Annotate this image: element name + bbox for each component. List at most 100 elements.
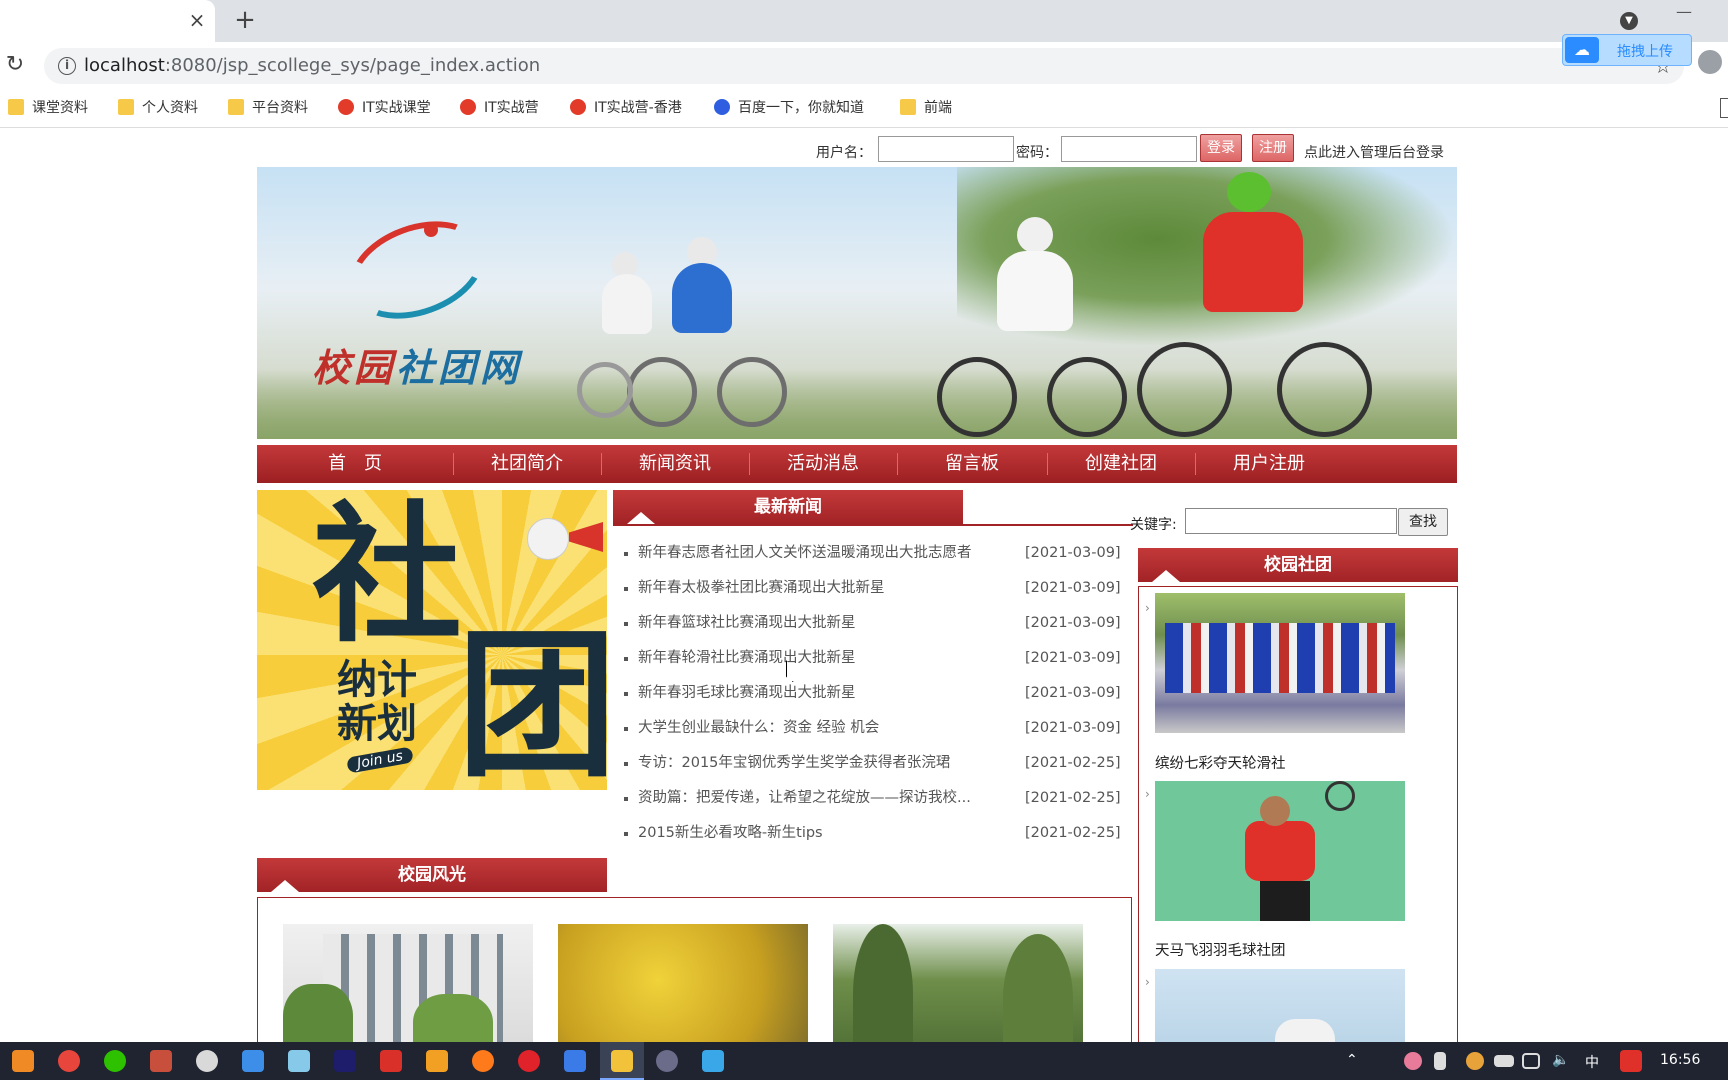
close-tab-icon[interactable]: × [186, 8, 208, 32]
scenery-photo-building[interactable] [283, 924, 533, 1042]
tree-shape [853, 924, 913, 1042]
battery-icon[interactable] [1494, 1055, 1514, 1067]
news-title[interactable]: 新年春篮球社比赛涌现出大批新星 [638, 606, 988, 641]
bookmark-label: IT实战营 [484, 100, 539, 116]
volume-icon[interactable]: 🔈 [1552, 1052, 1569, 1068]
login-button[interactable]: 登录 [1200, 134, 1242, 162]
nav-home[interactable]: 首 页 [295, 445, 415, 483]
netease-music-icon[interactable] [518, 1050, 540, 1072]
sogou-ime-icon[interactable] [1620, 1050, 1642, 1072]
admin-login-link[interactable]: 点此进入管理后台登录 [1304, 142, 1444, 162]
reload-icon[interactable]: ↻ [4, 52, 26, 78]
nav-news[interactable]: 新闻资讯 [601, 445, 749, 483]
new-tab-icon[interactable]: + [232, 6, 258, 34]
bookmark-label: 前端 [924, 100, 952, 116]
nav-create-club[interactable]: 创建社团 [1047, 445, 1195, 483]
news-title[interactable]: 2015新生必看攻略-新生tips [638, 816, 988, 851]
news-item[interactable]: 新年春羽毛球比赛涌现出大批新星 [2021-03-09] [620, 676, 1121, 711]
username-input[interactable] [878, 136, 1014, 162]
start-menu-icon[interactable] [12, 1050, 34, 1072]
news-item[interactable]: 新年春篮球社比赛涌现出大批新星 [2021-03-09] [620, 606, 1121, 641]
password-input[interactable] [1061, 136, 1197, 162]
bookmark-item[interactable]: IT实战营 [460, 97, 539, 119]
site-info-icon[interactable]: i [58, 57, 76, 75]
bookmark-item[interactable]: 平台资料 [228, 97, 308, 119]
wps-icon[interactable] [380, 1050, 402, 1072]
register-button[interactable]: 注册 [1252, 134, 1294, 162]
club-name[interactable]: 天马飞羽羽毛球社团 [1155, 939, 1286, 960]
bookmark-item[interactable]: IT实战课堂 [338, 97, 431, 119]
news-item[interactable]: 新年春志愿者社团人文关怀送温暖涌现出大批志愿者 [2021-03-09] [620, 536, 1121, 571]
search-button[interactable]: 查找 [1398, 508, 1448, 536]
tab-search-icon[interactable]: ▼ [1620, 12, 1638, 30]
active-tab[interactable]: × [0, 0, 215, 42]
windows-taskbar: ⌃ 🔈 中 16:56 [0, 1042, 1728, 1080]
bookmark-item[interactable]: 课堂资料 [8, 97, 88, 119]
chat-icon[interactable] [196, 1050, 218, 1072]
club-recruit-poster[interactable]: 社 团 纳计 新划 Join us [257, 490, 607, 790]
news-item[interactable]: 资助篇：把爱传递，让希望之花绽放——探访我校... [2021-02-25] [620, 781, 1121, 816]
scenery-photo-tree-lane[interactable] [833, 924, 1083, 1042]
poster-line: 纳计 [337, 656, 417, 703]
news-title[interactable]: 新年春志愿者社团人文关怀送温暖涌现出大批志愿者 [638, 536, 988, 571]
upload-label: 拖拽上传 [1617, 44, 1673, 60]
tray-app-icon[interactable] [1466, 1052, 1484, 1070]
news-title[interactable]: 资助篇：把爱传递，让希望之花绽放——探访我校... [638, 781, 988, 816]
firefox-icon[interactable] [472, 1050, 494, 1072]
poster-subtitle: 纳计 新划 [337, 658, 437, 746]
address-bar[interactable]: i localhost:8080/jsp_scollege_sys/page_i… [44, 48, 1684, 84]
network-icon[interactable] [1522, 1053, 1540, 1069]
club-photo-rollerskate[interactable] [1155, 593, 1405, 733]
wechat-icon[interactable] [104, 1050, 126, 1072]
scenery-photo-ginkgo[interactable] [558, 924, 808, 1042]
intellij-icon[interactable] [334, 1050, 356, 1072]
app-icon[interactable] [150, 1050, 172, 1072]
news-title[interactable]: 新年春轮滑社比赛涌现出大批新星 [638, 641, 988, 676]
nav-activities[interactable]: 活动消息 [749, 445, 897, 483]
bookmark-item[interactable]: 个人资料 [118, 97, 198, 119]
chevron-right-icon: › [1145, 601, 1150, 615]
bookmark-item[interactable]: 前端 [900, 97, 952, 119]
news-item[interactable]: 新年春太极拳社团比赛涌现出大批新星 [2021-03-09] [620, 571, 1121, 606]
bike-wheel [1047, 357, 1127, 437]
app-icon[interactable] [702, 1050, 724, 1072]
app-icon[interactable] [426, 1050, 448, 1072]
news-title[interactable]: 新年春太极拳社团比赛涌现出大批新星 [638, 571, 988, 606]
news-item[interactable]: 2015新生必看攻略-新生tips [2021-02-25] [620, 816, 1121, 851]
tray-app-icon[interactable] [1404, 1052, 1422, 1070]
notepad-icon[interactable] [288, 1050, 310, 1072]
baidu-netdisk-icon[interactable] [564, 1050, 586, 1072]
tree-shape [413, 994, 493, 1042]
news-date: [2021-03-09] [1025, 685, 1121, 701]
tray-expand-icon[interactable]: ⌃ [1346, 1052, 1358, 1068]
ime-indicator[interactable]: 中 [1585, 1052, 1599, 1072]
news-item[interactable]: 大学生创业最缺什么：资金 经验 机会 [2021-03-09] [620, 711, 1121, 746]
nav-club-intro[interactable]: 社团简介 [453, 445, 601, 483]
profile-avatar-icon[interactable] [1698, 50, 1722, 74]
settings-gear-icon[interactable] [656, 1050, 678, 1072]
news-title[interactable]: 大学生创业最缺什么：资金 经验 机会 [638, 711, 988, 746]
news-item[interactable]: 新年春轮滑社比赛涌现出大批新星 [2021-03-09] [620, 641, 1121, 676]
news-title[interactable]: 新年春羽毛球比赛涌现出大批新星 [638, 676, 988, 711]
club-name[interactable]: 缤纷七彩夺天轮滑社 [1155, 752, 1286, 773]
news-item[interactable]: 专访：2015年宝钢优秀学生奖学金获得者张浣珺 [2021-02-25] [620, 746, 1121, 781]
club-photo-basketball[interactable] [1155, 969, 1405, 1042]
clock-time[interactable]: 16:56 [1660, 1052, 1700, 1068]
news-title[interactable]: 专访：2015年宝钢优秀学生奖学金获得者张浣珺 [638, 746, 988, 781]
microphone-icon[interactable] [1434, 1052, 1446, 1070]
bookmark-item[interactable]: IT实战营-香港 [570, 97, 682, 119]
url-text[interactable]: localhost:8080/jsp_scollege_sys/page_ind… [84, 55, 540, 76]
chrome-icon[interactable] [58, 1050, 80, 1072]
address-bar-row: ↻ i localhost:8080/jsp_scollege_sys/page… [0, 42, 1728, 90]
keyword-input[interactable] [1185, 508, 1397, 534]
reading-list-icon[interactable] [1720, 98, 1728, 118]
bullet-icon [624, 727, 628, 731]
minimize-icon[interactable]: — [1676, 4, 1692, 20]
club-photo-badminton[interactable] [1155, 781, 1405, 921]
file-explorer-icon[interactable] [611, 1050, 633, 1072]
feather-icon[interactable] [242, 1050, 264, 1072]
baidu-upload-widget[interactable]: ☁ 拖拽上传 [1562, 34, 1692, 66]
bookmark-item[interactable]: 百度一下，你就知道 [714, 97, 864, 119]
nav-user-register[interactable]: 用户注册 [1195, 445, 1343, 483]
nav-message-board[interactable]: 留言板 [897, 445, 1047, 483]
